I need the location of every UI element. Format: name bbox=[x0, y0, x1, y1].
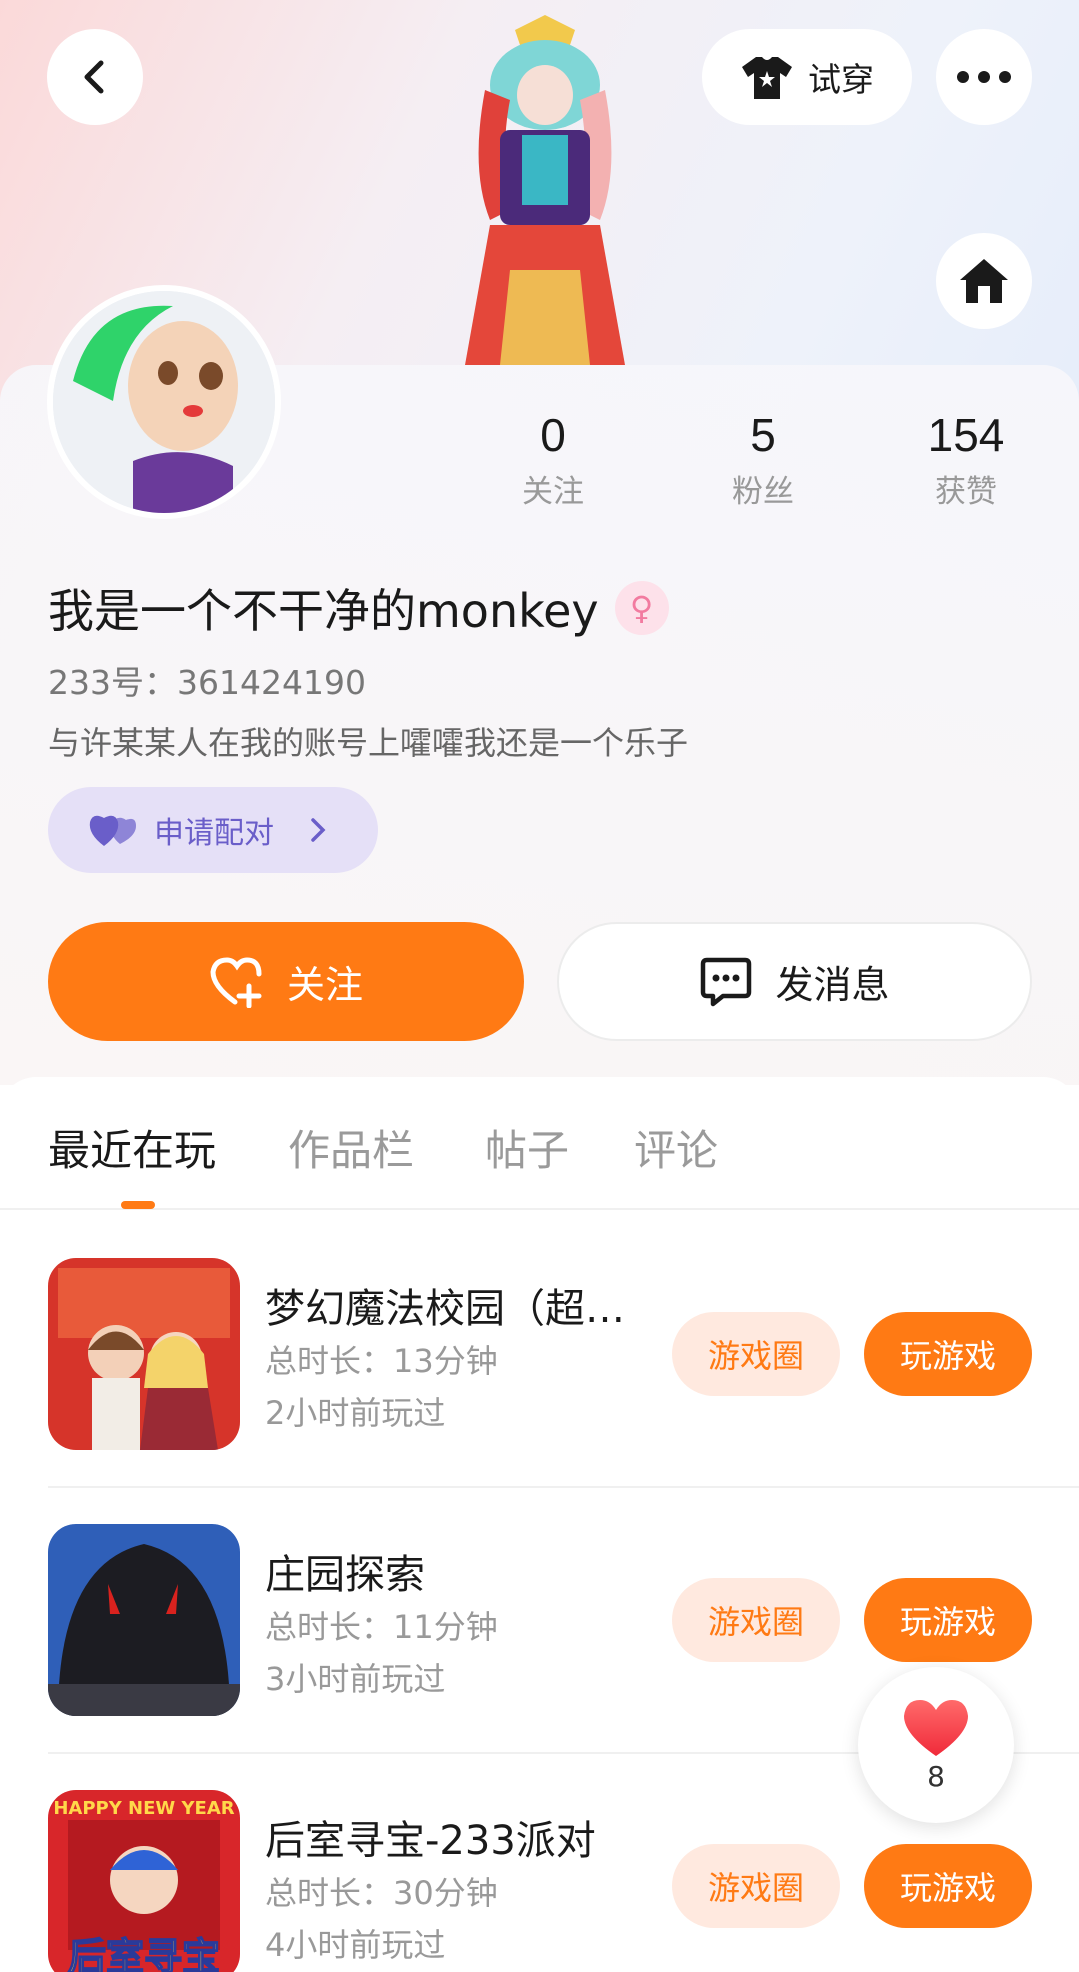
game-icon-logo-text: 后室寻宝 bbox=[68, 1935, 220, 1972]
stat-followers-value: 5 bbox=[750, 409, 776, 461]
divider bbox=[48, 1486, 1079, 1488]
stat-following[interactable]: 0 关注 bbox=[473, 408, 633, 511]
stat-followers-label: 粉丝 bbox=[732, 474, 794, 510]
more-button[interactable] bbox=[936, 29, 1032, 125]
username: 我是一个不干净的monkey bbox=[48, 584, 599, 638]
game-circle-button[interactable]: 游戏圈 bbox=[672, 1844, 840, 1928]
chevron-left-icon bbox=[84, 60, 104, 94]
send-message-label: 发消息 bbox=[775, 963, 890, 1007]
game-thumbnail-image: HAPPY NEW YEAR 后室寻宝 bbox=[48, 1790, 240, 1972]
profile-tabs: 最近在玩 作品栏 帖子 评论 bbox=[0, 1077, 1079, 1210]
heart-plus-icon bbox=[210, 956, 262, 1008]
game-last-played: 2小时前玩过 bbox=[265, 1394, 446, 1432]
game-duration: 总时长：13分钟 bbox=[265, 1342, 498, 1380]
game-thumbnail-image bbox=[48, 1524, 240, 1716]
game-icon[interactable]: HAPPY NEW YEAR 后室寻宝 bbox=[48, 1790, 240, 1972]
stat-likes-label: 获赞 bbox=[935, 474, 997, 510]
stat-following-label: 关注 bbox=[522, 474, 584, 510]
double-heart-icon bbox=[89, 815, 136, 846]
game-title: 庄园探索 bbox=[265, 1552, 425, 1598]
more-dots-icon bbox=[957, 71, 1011, 83]
request-match-label: 申请配对 bbox=[154, 816, 274, 851]
tab-works[interactable]: 作品栏 bbox=[288, 1117, 414, 1178]
tshirt-icon bbox=[742, 57, 792, 99]
game-duration: 总时长：30分钟 bbox=[265, 1874, 498, 1912]
user-bio: 与许某某人在我的账号上嚯嚯我还是一个乐子 bbox=[48, 724, 689, 762]
avatar[interactable] bbox=[47, 285, 281, 519]
try-on-label: 试穿 bbox=[808, 60, 874, 99]
play-game-button[interactable]: 玩游戏 bbox=[864, 1312, 1032, 1396]
game-last-played: 3小时前玩过 bbox=[265, 1660, 446, 1698]
tab-recently-played[interactable]: 最近在玩 bbox=[48, 1117, 216, 1178]
home-button[interactable] bbox=[936, 233, 1032, 329]
stat-likes[interactable]: 154 获赞 bbox=[886, 408, 1046, 511]
avatar-3d-figure[interactable] bbox=[430, 10, 660, 365]
stat-followers[interactable]: 5 粉丝 bbox=[683, 408, 843, 511]
play-game-button[interactable]: 玩游戏 bbox=[864, 1844, 1032, 1928]
list-item[interactable]: 梦幻魔法校园（超… 总时长：13分钟 2小时前玩过 游戏圈 玩游戏 bbox=[0, 1258, 1079, 1524]
game-thumbnail-image bbox=[48, 1258, 240, 1450]
try-on-button[interactable]: 试穿 bbox=[702, 29, 912, 125]
game-last-played: 4小时前玩过 bbox=[265, 1926, 446, 1964]
stat-likes-value: 154 bbox=[927, 409, 1005, 461]
avatar-image bbox=[53, 291, 275, 513]
game-duration: 总时长：11分钟 bbox=[265, 1608, 498, 1646]
game-icon[interactable] bbox=[48, 1258, 240, 1450]
send-message-button[interactable]: 发消息 bbox=[557, 922, 1032, 1041]
home-icon bbox=[960, 259, 1008, 303]
like-count: 8 bbox=[927, 1759, 945, 1793]
request-match-button[interactable]: 申请配对 bbox=[48, 787, 378, 873]
game-circle-button[interactable]: 游戏圈 bbox=[672, 1312, 840, 1396]
female-gender-icon: ♀ bbox=[614, 581, 669, 635]
user-id: 233号：361424190 bbox=[48, 663, 366, 702]
chat-bubble-icon bbox=[701, 957, 752, 1006]
back-button[interactable] bbox=[47, 29, 143, 125]
like-float-button[interactable]: 8 bbox=[858, 1667, 1014, 1823]
game-title: 后室寻宝-233派对 bbox=[265, 1818, 596, 1864]
game-title: 梦幻魔法校园（超… bbox=[265, 1286, 625, 1332]
game-icon-banner: HAPPY NEW YEAR bbox=[53, 1798, 234, 1819]
tab-active-indicator bbox=[121, 1201, 155, 1209]
game-circle-button[interactable]: 游戏圈 bbox=[672, 1578, 840, 1662]
follow-button[interactable]: 关注 bbox=[48, 922, 524, 1041]
stat-following-value: 0 bbox=[540, 409, 566, 461]
tab-comments[interactable]: 评论 bbox=[634, 1117, 718, 1178]
game-icon[interactable] bbox=[48, 1524, 240, 1716]
follow-label: 关注 bbox=[286, 963, 363, 1007]
username-row: 我是一个不干净的monkey ♀ bbox=[48, 575, 669, 641]
chevron-right-icon bbox=[311, 818, 326, 842]
tab-posts[interactable]: 帖子 bbox=[485, 1117, 569, 1178]
content-panel: 最近在玩 作品栏 帖子 评论 梦幻魔法校园（超… 总时长：13分钟 2小时前玩过… bbox=[0, 1077, 1079, 1972]
play-game-button[interactable]: 玩游戏 bbox=[864, 1578, 1032, 1662]
heart-icon bbox=[904, 1699, 968, 1756]
